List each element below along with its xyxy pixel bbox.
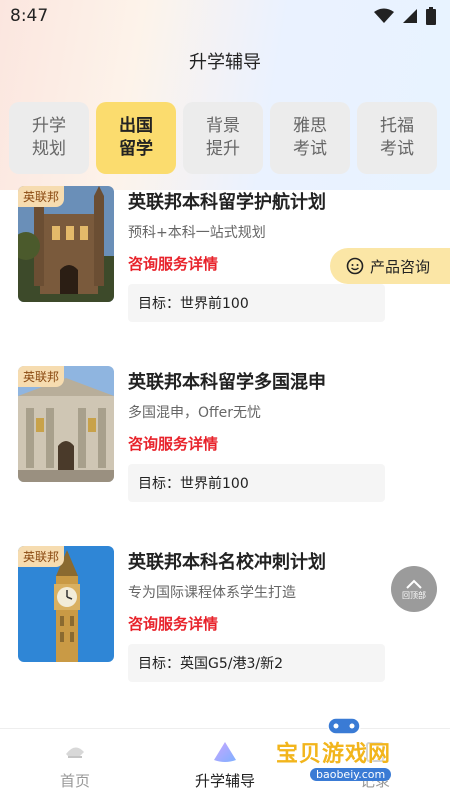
watermark-text: 宝贝游戏网	[276, 742, 392, 767]
tab-toefl-exam[interactable]: 托福 考试	[357, 102, 437, 174]
program-subtitle: 专为国际课程体系学生打造	[128, 585, 296, 601]
back-to-top-button[interactable]: 回顶部	[391, 566, 437, 612]
tab-study-planning[interactable]: 升学 规划	[9, 102, 89, 174]
tab-label-line2: 提升	[206, 139, 240, 159]
tab-label-line2: 考试	[293, 139, 327, 159]
signal-icon	[403, 9, 417, 23]
status-icons	[374, 7, 436, 25]
consult-details-link[interactable]: 咨询服务详情	[128, 613, 218, 634]
consult-details-link[interactable]: 咨询服务详情	[128, 433, 218, 454]
guidance-icon	[214, 741, 236, 762]
program-title: 英联邦本科留学护航计划	[128, 192, 326, 213]
program-subtitle: 预科+本科一站式规划	[128, 225, 266, 241]
nav-study-guidance-label: 升学辅导	[194, 771, 255, 790]
consult-details-link[interactable]: 咨询服务详情	[128, 253, 218, 274]
nav-home-label: 首页	[59, 771, 90, 790]
nav-study-guidance[interactable]: 升学辅导	[165, 729, 285, 800]
tab-ielts-exam[interactable]: 雅思 考试	[270, 102, 350, 174]
program-target: 目标：世界前100	[128, 284, 385, 322]
tab-label-line2: 留学	[119, 139, 153, 159]
program-target: 目标：世界前100	[128, 464, 385, 502]
chat-icon	[346, 257, 364, 275]
program-card[interactable]: 英联邦 英联邦本科名校冲刺计划 专为国际课程体系学生打造 咨询服务详情 目标：英…	[0, 540, 450, 690]
program-subtitle: 多国混申，Offer无忧	[128, 405, 262, 421]
tab-label-line1: 托福	[380, 116, 414, 136]
battery-icon	[426, 7, 436, 25]
program-image: 英联邦	[18, 186, 114, 302]
program-image: 英联邦	[18, 366, 114, 482]
page-title: 升学辅导	[189, 52, 261, 73]
region-badge: 英联邦	[18, 546, 65, 567]
product-consult-label: 产品咨询	[370, 257, 431, 276]
product-consult-button[interactable]: 产品咨询	[330, 248, 450, 284]
watermark-url: baobeiy.com	[310, 768, 392, 781]
program-title: 英联邦本科留学多国混申	[128, 372, 326, 393]
program-title: 英联邦本科名校冲刺计划	[128, 552, 326, 573]
status-bar: 8:47	[0, 0, 450, 32]
home-icon	[66, 746, 84, 758]
back-to-top-label: 回顶部	[402, 590, 426, 600]
tab-label-line2: 考试	[380, 139, 414, 159]
wifi-icon	[374, 8, 394, 23]
program-card[interactable]: 英联邦 英联邦本科留学多国混申 多国混申，Offer无忧 咨询服务详情 目标：世…	[0, 360, 450, 510]
region-badge: 英联邦	[18, 366, 65, 387]
program-image: 英联邦	[18, 546, 114, 662]
tab-study-abroad[interactable]: 出国 留学	[96, 102, 176, 174]
watermark-logo: 宝贝游戏网 baobeiy.com	[270, 712, 430, 792]
tab-background-improvement[interactable]: 背景 提升	[183, 102, 263, 174]
program-target: 目标：英国G5/港3/新2	[128, 644, 385, 682]
chevron-up-icon	[406, 579, 422, 589]
tab-label-line1: 背景	[206, 116, 240, 136]
nav-home[interactable]: 首页	[15, 729, 135, 800]
status-time: 8:47	[10, 6, 49, 26]
category-tabs: 升学 规划 出国 留学 背景 提升 雅思 考试 托福 考试	[9, 102, 441, 174]
tab-label-line1: 升学	[32, 116, 66, 136]
gamepad-icon	[327, 717, 361, 735]
region-badge: 英联邦	[18, 186, 65, 207]
tab-label-line1: 出国	[119, 116, 153, 136]
tab-label-line2: 规划	[32, 139, 66, 159]
tab-label-line1: 雅思	[293, 116, 327, 136]
